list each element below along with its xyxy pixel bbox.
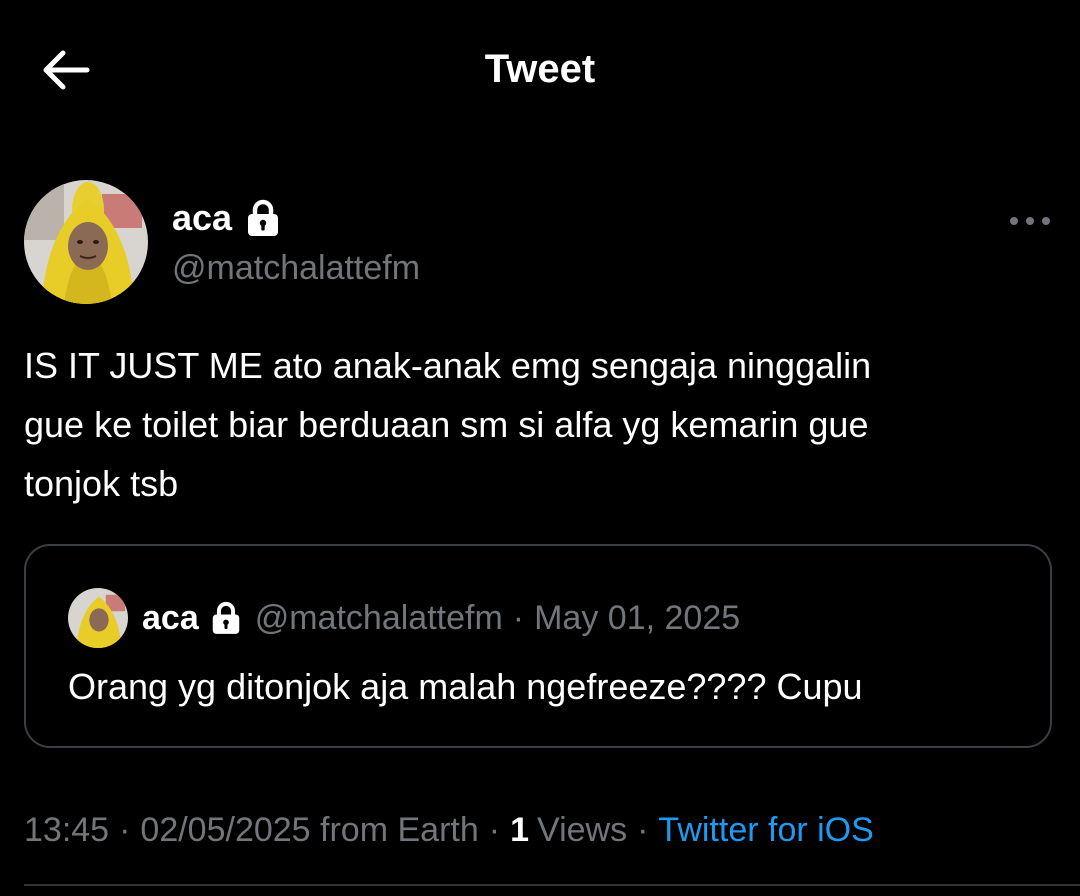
separator-dot: · <box>512 599 525 637</box>
tweet-date-location: 02/05/2025 from Earth <box>140 811 479 849</box>
lock-icon <box>246 199 280 237</box>
lock-icon <box>211 601 241 635</box>
quoted-tweet-date: May 01, 2025 <box>534 599 741 637</box>
divider <box>24 884 1080 886</box>
tweet-meta: 13:45 · 02/05/2025 from Earth · 1 Views … <box>24 808 874 852</box>
quoted-author-name: aca <box>142 599 199 637</box>
author-avatar[interactable] <box>24 180 148 304</box>
author-name-group: aca <box>172 196 280 240</box>
views-count[interactable]: 1 <box>510 808 529 852</box>
quoted-author-avatar <box>68 588 128 648</box>
source-link[interactable]: Twitter for iOS <box>658 808 873 852</box>
page-title: Tweet <box>484 47 596 91</box>
separator-dot: · <box>637 811 649 849</box>
more-options-button[interactable] <box>1000 206 1060 236</box>
tweet-time: 13:45 <box>24 811 110 849</box>
author-handle[interactable]: @matchalattefm <box>172 246 420 290</box>
quoted-tweet-text: Orang yg ditonjok aja malah ngefreeze???… <box>68 666 863 707</box>
quoted-tweet[interactable]: aca @matchalattefm · May 01, 2025 Orang … <box>24 544 1052 748</box>
top-bar: Tweet <box>0 0 1080 140</box>
quoted-tweet-meta: aca @matchalattefm · May 01, 2025 <box>142 596 740 640</box>
avatar-image <box>24 180 148 304</box>
tweet-author: aca @matchalattefm <box>24 180 1060 306</box>
author-name[interactable]: aca <box>172 196 232 240</box>
avatar-image <box>68 588 128 648</box>
quoted-author-handle: @matchalattefm <box>254 599 503 637</box>
separator-dot: · <box>119 811 131 849</box>
tweet-text: IS IT JUST ME ato anak-anak emg sengaja … <box>24 345 872 504</box>
separator-dot: · <box>488 811 501 849</box>
more-horizontal-icon <box>1010 217 1050 225</box>
views-label[interactable]: Views <box>537 808 627 852</box>
